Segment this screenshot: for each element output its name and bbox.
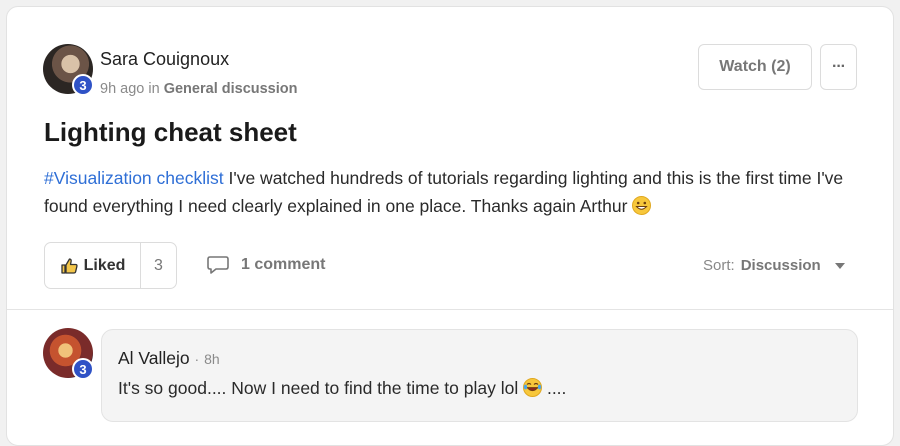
post-body: #Visualization checklist I've watched hu… [44,164,864,220]
comment-suffix: .... [542,378,567,398]
liked-button[interactable]: Liked [45,243,141,288]
hashtag-link[interactable]: #Visualization checklist [44,168,224,188]
post-meta-in: in [148,81,160,97]
sort-prefix: Sort: [703,257,735,274]
comment-text: It's so good.... Now I need to find the … [118,378,524,398]
laughing-tears-icon [523,378,543,397]
more-options-button[interactable]: ··· [820,44,857,90]
author-name[interactable]: Sara Couignoux [100,49,229,70]
divider [7,309,893,310]
post-card: 3 Sara Couignoux 9h ago in General discu… [6,6,894,446]
watch-label: Watch (2) [719,58,791,75]
comment-body: It's so good.... Now I need to find the … [118,378,566,399]
sort-value: Discussion [740,257,821,274]
post-time: 9h ago [100,81,145,97]
post-title: Lighting cheat sheet [44,117,297,147]
comment-header: Al Vallejo · 8h [118,348,220,369]
comments-link[interactable]: 1 comment [207,255,325,275]
post-category-link[interactable]: General discussion [164,81,298,97]
commenter-level-badge: 3 [72,358,94,380]
comment-time: 8h [204,351,220,367]
speech-bubble-icon [207,256,229,274]
like-button-group: Liked 3 [44,242,177,289]
comment-separator: · [194,351,200,367]
post-meta: 9h ago in General discussion [100,81,298,97]
thumbs-up-icon [60,257,78,274]
watch-button[interactable]: Watch (2) [698,44,812,90]
like-count[interactable]: 3 [141,243,176,288]
more-icon: ··· [832,58,846,75]
liked-label: Liked [83,256,126,274]
author-level-badge: 3 [72,74,94,96]
chevron-down-icon [834,262,845,269]
comment-count-label: 1 comment [241,256,326,273]
comment-item: Al Vallejo · 8h It's so good.... Now I n… [101,329,858,422]
commenter-name[interactable]: Al Vallejo [118,348,190,368]
sort-dropdown[interactable]: Sort: Discussion [703,257,847,274]
grinning-face-icon [632,196,652,215]
